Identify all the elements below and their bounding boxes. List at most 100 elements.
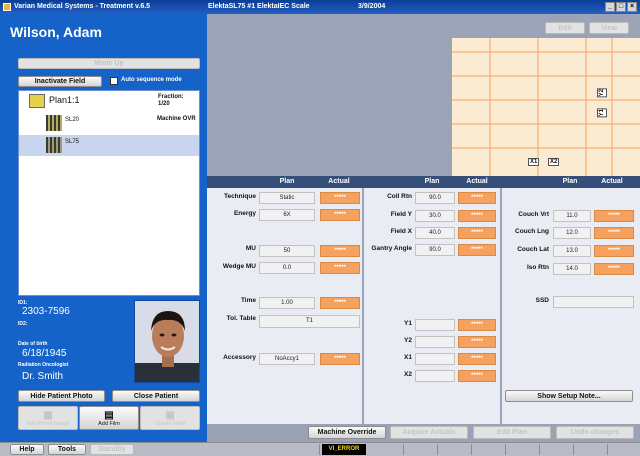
id2-label: ID2: xyxy=(18,321,28,327)
app-icon xyxy=(3,3,11,11)
wedge-mu-plan[interactable]: 0.0 xyxy=(259,262,315,274)
x2-actual: ***** xyxy=(458,370,496,382)
energy-label: Energy xyxy=(233,210,256,217)
plan-icon xyxy=(29,94,45,108)
accessory-plan[interactable]: NoAccy1 xyxy=(259,353,315,365)
col1-actual-header: Actual xyxy=(328,178,350,185)
field-y-plan[interactable]: 30.0 xyxy=(415,210,455,222)
tol-table-label: Tol. Table xyxy=(226,315,256,322)
edit-button[interactable]: Edit xyxy=(545,22,585,34)
y1-actual: ***** xyxy=(458,319,496,331)
show-setup-note-button[interactable]: Show Setup Note... xyxy=(505,390,633,402)
machine-title: ElektaSL75 #1 ElektaIEC Scale xyxy=(208,3,310,10)
x1-plan[interactable] xyxy=(415,353,455,365)
inactivate-field-button[interactable]: Inactivate Field xyxy=(18,76,102,87)
close-button[interactable]: × xyxy=(627,2,637,12)
field-sl20-label: SL20 xyxy=(65,117,80,123)
create-field-label: Create Field xyxy=(155,420,185,427)
coll-rtn-plan[interactable]: 90.0 xyxy=(415,192,455,204)
couch-lng-label: Couch Lng xyxy=(515,228,549,235)
col3-actual-header: Actual xyxy=(601,178,623,185)
field-y-label: Field Y xyxy=(390,211,412,218)
y2-plan[interactable] xyxy=(415,336,455,348)
standby-button[interactable]: Standby xyxy=(90,444,134,455)
couch-lng-actual: ***** xyxy=(594,227,634,239)
add-portal-image-button[interactable]: ▦ Add Portal Image xyxy=(18,406,78,430)
title-bar: Varian Medical Systems - Treatment v.6.5… xyxy=(0,0,640,14)
machine-override-button[interactable]: Machine Override xyxy=(308,426,386,439)
tools-button[interactable]: Tools xyxy=(48,444,86,455)
mu-label: MU xyxy=(245,245,256,252)
view-button[interactable]: View xyxy=(589,22,629,34)
couch-lat-label: Couch Lat xyxy=(517,246,549,253)
minimize-button[interactable]: _ xyxy=(605,2,615,12)
bev-label-x2: X2 xyxy=(548,158,560,166)
couch-lat-actual: ***** xyxy=(594,245,634,257)
error-indicator: VI_ERROR xyxy=(322,444,366,455)
hide-photo-button[interactable]: Hide Patient Photo xyxy=(18,390,105,402)
couch-lng-plan[interactable]: 12.0 xyxy=(553,227,591,239)
y2-actual: ***** xyxy=(458,336,496,348)
bev-preview xyxy=(452,38,640,176)
wedge-mu-actual: ***** xyxy=(320,262,360,274)
time-plan[interactable]: 1.00 xyxy=(259,297,315,309)
technique-plan[interactable]: Static xyxy=(259,192,315,204)
gantry-angle-plan[interactable]: 90.0 xyxy=(415,244,455,256)
y2-label: Y2 xyxy=(404,337,412,344)
ssd-label: SSD xyxy=(535,297,549,304)
ssd-field[interactable] xyxy=(553,296,634,308)
col2-plan-header: Plan xyxy=(424,178,440,185)
field-x-actual: ***** xyxy=(458,227,496,239)
tol-table-value[interactable]: T1 xyxy=(259,315,360,328)
add-film-button[interactable]: ▤ Add Film xyxy=(79,406,139,430)
oncologist-label: Radiation Oncologist xyxy=(18,362,69,368)
patient-photo xyxy=(134,300,200,383)
taskbar-cell xyxy=(370,444,640,455)
bev-label-x1: X1 xyxy=(528,158,540,166)
mu-actual: ***** xyxy=(320,245,360,257)
dob-label: Date of birth xyxy=(18,341,48,347)
film-icon: ▤ xyxy=(104,409,114,421)
iso-rtn-plan[interactable]: 14.0 xyxy=(553,263,591,275)
plan-name[interactable]: Plan1:1 xyxy=(49,95,80,105)
energy-plan[interactable]: 6X xyxy=(259,209,315,221)
gantry-angle-label: Gantry Angle xyxy=(371,245,412,252)
energy-actual: ***** xyxy=(320,209,360,221)
iso-rtn-actual: ***** xyxy=(594,263,634,275)
field-x-label: Field X xyxy=(390,228,412,235)
bev-label-y2: Y2 xyxy=(597,88,607,98)
auto-sequence-label: Auto sequence mode xyxy=(121,77,182,83)
acquire-actuals-button[interactable]: Acquire Actuals xyxy=(390,426,468,439)
x1-label: X1 xyxy=(404,354,412,361)
maximize-button[interactable]: □ xyxy=(616,2,626,12)
col3-plan-header: Plan xyxy=(562,178,578,185)
accessory-label: Accessory xyxy=(223,354,256,361)
undo-changes-button[interactable]: Undo changes xyxy=(556,426,634,439)
create-field-button[interactable]: ▣ Create Field xyxy=(140,406,200,430)
couch-vrt-actual: ***** xyxy=(594,210,634,222)
date-title: 3/9/2004 xyxy=(358,3,386,10)
help-button[interactable]: Help xyxy=(10,444,44,455)
close-patient-button[interactable]: Close Patient xyxy=(112,390,200,402)
couch-vrt-label: Couch Vrt xyxy=(518,211,549,218)
couch-vrt-plan[interactable]: 11.0 xyxy=(553,210,591,222)
mode-up-button[interactable]: Mode Up xyxy=(18,58,200,69)
portal-image-icon: ▦ xyxy=(43,409,53,421)
patient-name: Wilson, Adam xyxy=(10,24,102,40)
technique-actual: ***** xyxy=(320,192,360,204)
divider xyxy=(500,188,502,424)
time-actual: ***** xyxy=(320,297,360,309)
edit-plan-button[interactable]: Edit Plan xyxy=(473,426,551,439)
iso-rtn-label: Iso Rtn xyxy=(526,264,549,271)
technique-label: Technique xyxy=(223,193,256,200)
field-sl75-label: SL75 xyxy=(65,139,80,145)
field-x-plan[interactable]: 40.0 xyxy=(415,227,455,239)
mu-plan[interactable]: 50 xyxy=(259,245,315,257)
y1-plan[interactable] xyxy=(415,319,455,331)
couch-lat-plan[interactable]: 13.0 xyxy=(553,245,591,257)
col2-actual-header: Actual xyxy=(466,178,488,185)
auto-sequence-checkbox[interactable] xyxy=(110,77,118,85)
x2-plan[interactable] xyxy=(415,370,455,382)
field-icon xyxy=(46,115,62,131)
coll-rtn-actual: ***** xyxy=(458,192,496,204)
